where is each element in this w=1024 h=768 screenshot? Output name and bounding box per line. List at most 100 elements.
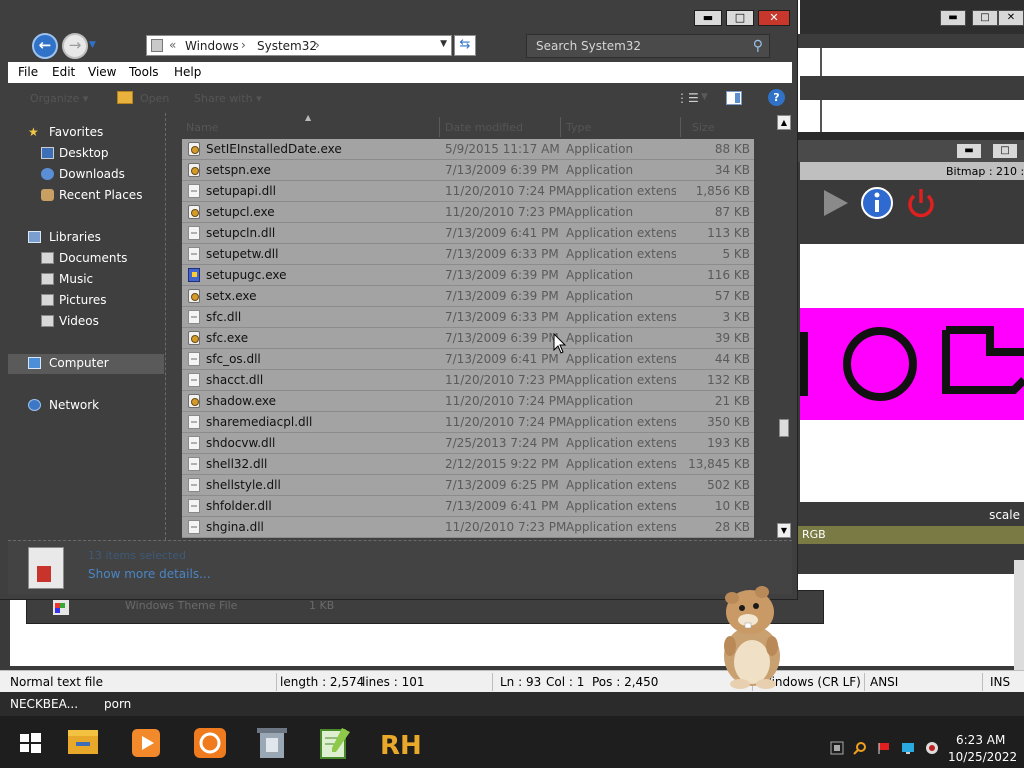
nav-recent-places[interactable]: Recent Places <box>8 186 164 206</box>
search-input[interactable]: Search System32 ⚲ <box>526 34 770 58</box>
nav-favorites[interactable]: ★ Favorites <box>8 123 164 143</box>
file-type: Application extens... <box>566 247 676 261</box>
file-row[interactable]: shgina.dll 11/20/2010 7:23 PM Application … <box>182 517 754 538</box>
nav-videos[interactable]: Videos <box>8 312 164 332</box>
share-with-button[interactable]: Share with ▾ <box>194 92 262 105</box>
column-type[interactable]: Type <box>566 121 591 134</box>
svg-text:RH: RH <box>380 731 422 761</box>
organize-button[interactable]: Organize ▾ <box>30 92 88 105</box>
recycle-tool-icon[interactable] <box>244 722 300 764</box>
dll-icon <box>188 352 200 366</box>
clock-time[interactable]: 6:23 AM <box>956 733 1005 747</box>
menu-help[interactable]: Help <box>174 65 201 79</box>
nav-computer[interactable]: Computer <box>8 354 164 374</box>
nav-libraries[interactable]: Libraries <box>8 228 164 248</box>
file-row[interactable]: shadow.exe 11/20/2010 7:24 PM Application 2… <box>182 391 754 412</box>
menu-view[interactable]: View <box>88 65 116 79</box>
preview-pane-icon[interactable] <box>726 91 742 105</box>
bg-maximize-button[interactable]: □ <box>972 10 998 26</box>
start-button[interactable] <box>2 722 58 764</box>
file-row[interactable]: shfolder.dll 7/13/2009 6:41 PM Application… <box>182 496 754 517</box>
file-row[interactable]: setupetw.dll 7/13/2009 6:33 PM Application… <box>182 244 754 265</box>
file-row[interactable]: sharemediacpl.dll 11/20/2010 7:24 PM Appli… <box>182 412 754 433</box>
change-view-icon[interactable]: ⋮☰ <box>676 91 699 105</box>
menu-file[interactable]: File <box>18 65 38 79</box>
minimize-button[interactable]: ▬ <box>694 10 722 26</box>
viewer-maximize-button[interactable]: □ <box>992 143 1018 159</box>
flag-icon[interactable] <box>877 741 891 755</box>
menu-tools[interactable]: Tools <box>129 65 159 79</box>
file-list-scrollbar[interactable]: ▲ ▼ <box>776 113 792 540</box>
viewer-canvas <box>800 244 1024 502</box>
scroll-down-icon[interactable]: ▼ <box>777 523 791 538</box>
recent-pages-dropdown[interactable]: ▼ <box>89 40 96 50</box>
scroll-up-icon[interactable]: ▲ <box>777 115 791 130</box>
play-icon[interactable] <box>816 184 854 222</box>
nav-desktop[interactable]: Desktop <box>8 144 164 164</box>
file-row[interactable]: shacct.dll 11/20/2010 7:23 PM Application … <box>182 370 754 391</box>
file-row[interactable]: SetIEInstalledDate.exe 5/9/2015 11:17 AM A… <box>182 139 754 160</box>
back-button[interactable]: ← <box>32 33 58 59</box>
address-bar[interactable]: « Windows › System32 › ▼ <box>146 35 452 56</box>
taskbar-label[interactable]: NECKBEA... <box>10 697 78 711</box>
menu-edit[interactable]: Edit <box>52 65 75 79</box>
file-row[interactable]: setspn.exe 7/13/2009 6:39 PM Application 34… <box>182 160 754 181</box>
column-date-modified[interactable]: Date modified <box>445 121 523 134</box>
breadcrumb-separator-icon[interactable]: › <box>315 38 320 52</box>
notepadpp-icon[interactable] <box>306 722 362 764</box>
bg-minimize-button[interactable]: ▬ <box>940 10 966 26</box>
file-name: setupugc.exe <box>206 268 287 282</box>
viewer-minimize-button[interactable]: ▬ <box>956 143 982 159</box>
view-dropdown-icon[interactable]: ▼ <box>701 92 708 102</box>
file-row[interactable]: sfc_os.dll 7/13/2009 6:41 PM Application e… <box>182 349 754 370</box>
file-row[interactable]: sfc.dll 7/13/2009 6:33 PM Application exte… <box>182 307 754 328</box>
file-row[interactable]: setupugc.exe 7/13/2009 6:39 PM Application… <box>182 265 754 286</box>
nav-documents[interactable]: Documents <box>8 249 164 269</box>
file-row[interactable]: shellstyle.dll 7/13/2009 6:25 PM Applicati… <box>182 475 754 496</box>
network-icon[interactable] <box>830 741 844 755</box>
breadcrumb-windows[interactable]: Windows <box>185 39 239 53</box>
uc-browser-icon[interactable] <box>182 722 238 764</box>
refresh-button[interactable]: ⇆ <box>454 35 476 56</box>
file-row[interactable]: setupcln.dll 7/13/2009 6:41 PM Application… <box>182 223 754 244</box>
breadcrumb-separator-icon[interactable]: › <box>241 38 246 52</box>
file-row[interactable]: setupcl.exe 11/20/2010 7:23 PM Application… <box>182 202 754 223</box>
scroll-thumb[interactable] <box>779 419 789 437</box>
maximize-button[interactable]: □ <box>726 10 754 26</box>
nav-pictures[interactable]: Pictures <box>8 291 164 311</box>
rh-icon[interactable]: RH <box>368 722 424 764</box>
documents-icon <box>41 252 54 264</box>
open-button[interactable]: Open <box>140 92 169 105</box>
search-tray-icon[interactable] <box>853 741 867 755</box>
background-window-strip <box>800 76 1024 100</box>
file-row[interactable]: sfc.exe 7/13/2009 6:39 PM Application 39 KB <box>182 328 754 349</box>
media-player-icon[interactable] <box>118 722 174 764</box>
info-icon[interactable] <box>858 184 896 222</box>
file-row[interactable]: shdocvw.dll 7/25/2013 7:24 PM Application … <box>182 433 754 454</box>
nav-downloads[interactable]: Downloads <box>8 165 164 185</box>
file-explorer-icon[interactable] <box>56 722 112 764</box>
bg-close-button[interactable]: ✕ <box>998 10 1024 26</box>
address-dropdown-icon[interactable]: ▼ <box>440 39 447 49</box>
file-row[interactable]: setupapi.dll 11/20/2010 7:24 PM Applicatio… <box>182 181 754 202</box>
close-button[interactable]: ✕ <box>758 10 790 26</box>
breadcrumb-system32[interactable]: System32 <box>257 39 317 53</box>
show-more-details-link[interactable]: Show more details... <box>88 567 211 581</box>
power-icon[interactable] <box>902 184 940 222</box>
breadcrumb-overflow-icon[interactable]: « <box>169 38 176 52</box>
notepad-scrollbar[interactable] <box>1014 560 1024 670</box>
taskbar-label[interactable]: porn <box>104 697 131 711</box>
column-name[interactable]: Name <box>186 121 218 134</box>
clock-date[interactable]: 10/25/2022 <box>948 750 1017 764</box>
speaker-icon[interactable] <box>925 741 939 755</box>
search-icon[interactable]: ⚲ <box>753 35 763 57</box>
nav-music[interactable]: Music <box>8 270 164 290</box>
help-icon[interactable]: ? <box>768 89 785 106</box>
forward-button[interactable]: → <box>62 33 88 59</box>
dll-icon <box>188 457 200 471</box>
display-icon[interactable] <box>901 741 915 755</box>
file-row[interactable]: shell32.dll 2/12/2015 9:22 PM Application … <box>182 454 754 475</box>
column-size[interactable]: Size <box>692 121 715 134</box>
file-row[interactable]: setx.exe 7/13/2009 6:39 PM Application 57 K… <box>182 286 754 307</box>
nav-network[interactable]: Network <box>8 396 164 416</box>
